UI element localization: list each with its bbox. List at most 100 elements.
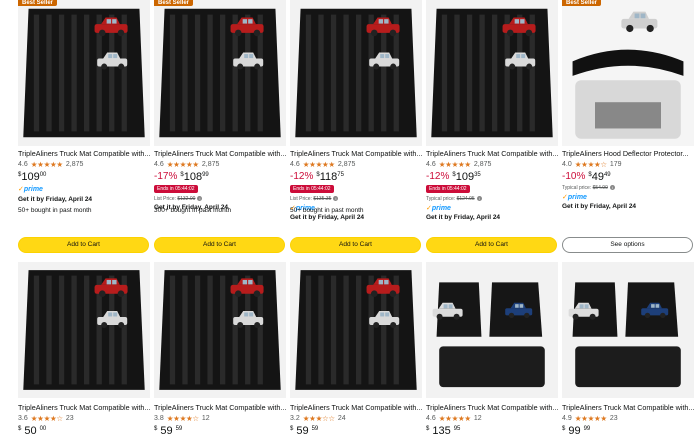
product-image[interactable] bbox=[154, 0, 286, 146]
info-icon[interactable]: i bbox=[197, 196, 203, 201]
price-whole: 109 bbox=[455, 171, 475, 183]
rating-row[interactable]: 4.6 ★★★★★ 2,875 bbox=[154, 160, 219, 169]
product-title-link[interactable]: TripleAliners Truck Mat Compatible with.… bbox=[154, 149, 286, 158]
rating-row[interactable]: 3.6 ★★★★☆ 23 bbox=[18, 414, 74, 423]
product-image[interactable] bbox=[562, 0, 694, 146]
price: -10% $49 49 bbox=[562, 171, 611, 183]
info-icon[interactable]: i bbox=[333, 196, 339, 201]
delivery-date: Get it by Friday, April 24 bbox=[18, 196, 93, 203]
prime-label: prime bbox=[431, 205, 451, 212]
price-cents: 99 bbox=[583, 426, 591, 432]
product-card: TripleAliners Truck Mat Compatible with.… bbox=[290, 262, 422, 443]
product-image[interactable] bbox=[290, 262, 422, 398]
review-count-link[interactable]: 12 bbox=[474, 415, 482, 422]
review-count-link[interactable]: 23 bbox=[66, 415, 74, 422]
star-rating-icon: ★★★★★ bbox=[302, 160, 335, 169]
discount-percent: -10% bbox=[562, 171, 586, 182]
add-to-cart-button[interactable]: Add to Cart bbox=[18, 237, 149, 253]
product-image[interactable] bbox=[426, 0, 558, 146]
list-price-label: List Price: bbox=[290, 196, 312, 202]
list-price: List Price: $135.35 i bbox=[290, 196, 339, 202]
info-icon[interactable]: i bbox=[609, 185, 615, 190]
rating-value: 4.0 bbox=[562, 161, 572, 168]
product-title-link[interactable]: TripleAliners Truck Mat Compatible with.… bbox=[18, 403, 150, 412]
product-title-link[interactable]: TripleAliners Truck Mat Compatible with.… bbox=[290, 149, 422, 158]
delivery-date: Get it by Friday, April 24 bbox=[426, 214, 501, 221]
product-card: TripleAliners Truck Mat Compatible with.… bbox=[154, 262, 286, 443]
price-whole: 99 bbox=[568, 425, 581, 437]
product-card: Best Seller TripleAliners Truck Mat Compa… bbox=[18, 0, 150, 260]
product-image[interactable] bbox=[18, 262, 150, 398]
review-count-link[interactable]: 2,875 bbox=[474, 161, 492, 168]
rating-row[interactable]: 3.8 ★★★★☆ 12 bbox=[154, 414, 210, 423]
rating-value: 4.6 bbox=[426, 161, 436, 168]
list-price: List Price: $132.00 i bbox=[154, 196, 203, 202]
price-value: $108 99 bbox=[180, 171, 208, 183]
product-title-link[interactable]: TripleAliners Hood Deflector Protector..… bbox=[562, 149, 694, 158]
review-count-link[interactable]: 12 bbox=[202, 415, 210, 422]
add-to-cart-button[interactable]: Add to Cart bbox=[290, 237, 421, 253]
star-rating-icon: ★★★★★ bbox=[166, 160, 199, 169]
product-image[interactable] bbox=[426, 262, 558, 398]
add-to-cart-button[interactable]: Add to Cart bbox=[426, 237, 557, 253]
review-count-link[interactable]: 2,875 bbox=[202, 161, 220, 168]
product-title-link[interactable]: TripleAliners Truck Mat Compatible with.… bbox=[426, 403, 558, 412]
price: $50 00 bbox=[18, 425, 46, 437]
price: -12% $109 35 bbox=[426, 171, 481, 183]
see-options-button[interactable]: See options bbox=[562, 237, 693, 253]
add-to-cart-button[interactable]: Add to Cart bbox=[154, 237, 285, 253]
rating-row[interactable]: 4.6 ★★★★★ 2,875 bbox=[290, 160, 355, 169]
product-title-link[interactable]: TripleAliners Truck Mat Compatible with.… bbox=[562, 403, 694, 412]
price-cents: 35 bbox=[474, 172, 481, 178]
product-card: TripleAliners Truck Mat Compatible with.… bbox=[426, 0, 558, 260]
rating-row[interactable]: 4.6 ★★★★★ 2,875 bbox=[18, 160, 83, 169]
product-image[interactable] bbox=[18, 0, 150, 146]
rating-value: 4.6 bbox=[18, 161, 28, 168]
currency-symbol: $ bbox=[154, 426, 158, 432]
price-value: $109 35 bbox=[452, 171, 480, 183]
rating-row[interactable]: 4.6 ★★★★★ 2,875 bbox=[426, 160, 491, 169]
currency-symbol: $ bbox=[426, 426, 430, 432]
price-value: $49 49 bbox=[588, 171, 610, 183]
product-image[interactable] bbox=[154, 262, 286, 398]
price: $135 95 bbox=[426, 425, 460, 437]
product-card: TripleAliners Truck Mat Compatible with.… bbox=[426, 262, 558, 443]
info-icon[interactable]: i bbox=[476, 196, 482, 201]
star-rating-icon: ★★★★☆ bbox=[30, 414, 63, 423]
product-title-link[interactable]: TripleAliners Truck Mat Compatible with.… bbox=[18, 149, 150, 158]
list-price-label: Typical price: bbox=[562, 185, 592, 191]
rating-row[interactable]: 4.6 ★★★★★ 12 bbox=[426, 414, 482, 423]
rating-value: 3.2 bbox=[290, 415, 300, 422]
product-title-link[interactable]: TripleAliners Truck Mat Compatible with.… bbox=[290, 403, 422, 412]
bought-count: 50+ bought in past month bbox=[18, 207, 92, 214]
price-whole: 135 bbox=[432, 425, 451, 437]
rating-row[interactable]: 4.9 ★★★★★ 23 bbox=[562, 414, 618, 423]
price-whole: 59 bbox=[160, 425, 173, 437]
rating-row[interactable]: 4.0 ★★★★☆ 179 bbox=[562, 160, 622, 169]
list-price-value: $124.95 bbox=[456, 196, 475, 202]
price-whole: 109 bbox=[21, 171, 40, 183]
product-image[interactable] bbox=[290, 0, 422, 146]
limited-deal-badge: Ends in 05:44:02 bbox=[290, 185, 334, 193]
review-count-link[interactable]: 23 bbox=[610, 415, 618, 422]
star-rating-icon: ★★★★★ bbox=[574, 414, 607, 423]
limited-deal-badge: Ends in 05:44:02 bbox=[154, 185, 198, 193]
product-title-link[interactable]: TripleAliners Truck Mat Compatible with.… bbox=[426, 149, 558, 158]
product-card: TripleAliners Truck Mat Compatible with.… bbox=[18, 262, 150, 443]
review-count-link[interactable]: 2,875 bbox=[66, 161, 84, 168]
product-title-link[interactable]: TripleAliners Truck Mat Compatible with.… bbox=[154, 403, 286, 412]
review-count-link[interactable]: 2,875 bbox=[338, 161, 356, 168]
best-seller-badge: Best Seller bbox=[18, 0, 58, 6]
rating-row[interactable]: 3.2 ★★★☆☆ 24 bbox=[290, 414, 346, 423]
list-price-label: Typical price: bbox=[426, 196, 456, 202]
product-card: TripleAliners Truck Mat Compatible with.… bbox=[290, 0, 422, 260]
discount-percent: -17% bbox=[154, 171, 178, 182]
review-count-link[interactable]: 179 bbox=[610, 161, 622, 168]
price-cents: 59 bbox=[175, 426, 183, 432]
product-card: Best Seller TripleAliners Truck Mat Compa… bbox=[154, 0, 286, 260]
star-rating-icon: ★★★★★ bbox=[30, 160, 63, 169]
delivery-date: Get it by Friday, April 24 bbox=[290, 214, 365, 221]
review-count-link[interactable]: 24 bbox=[338, 415, 346, 422]
product-image[interactable] bbox=[562, 262, 694, 398]
price: $59 59 bbox=[154, 425, 182, 437]
